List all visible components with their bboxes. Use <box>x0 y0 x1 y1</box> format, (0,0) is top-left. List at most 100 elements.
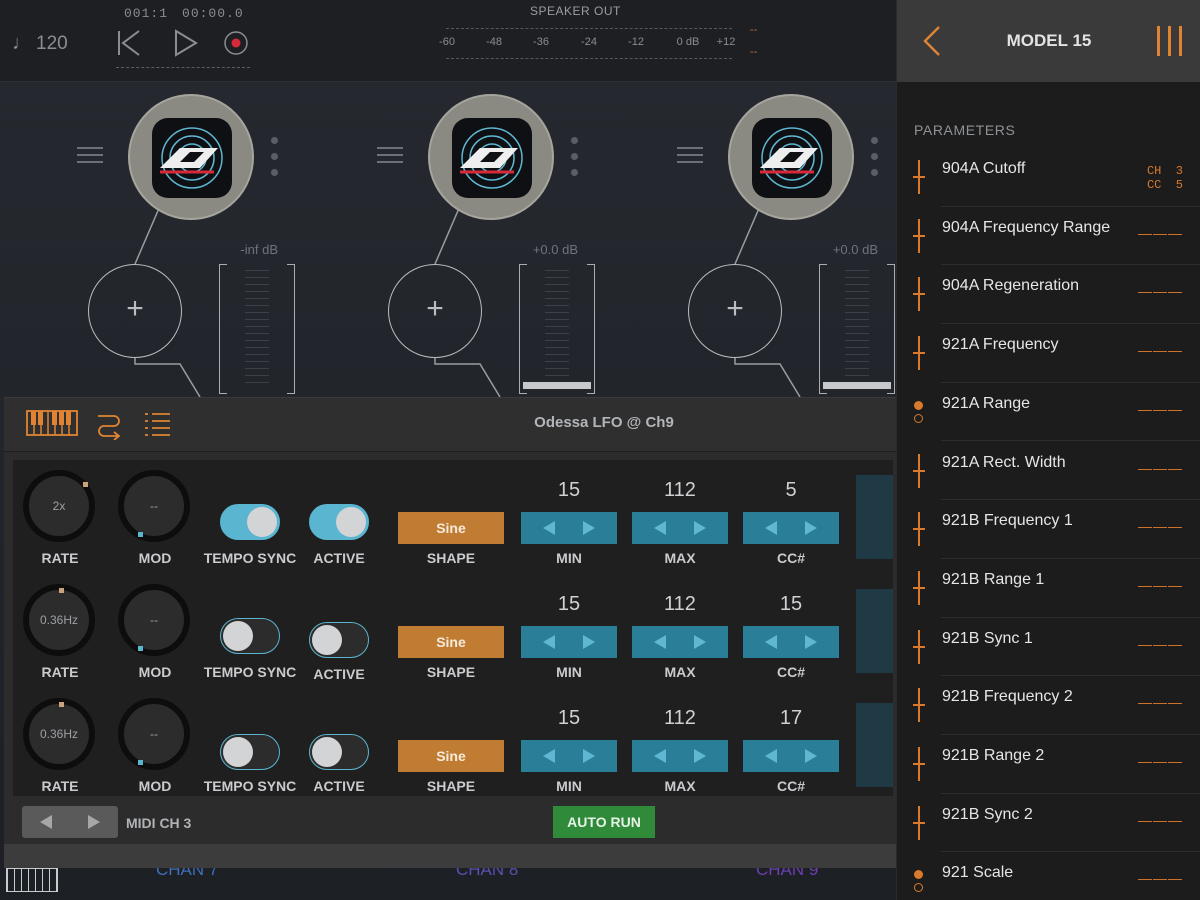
rewind-button[interactable] <box>116 28 146 58</box>
meter-tick: -60 <box>439 36 455 48</box>
plugin-slot[interactable] <box>728 94 854 220</box>
volume-fader[interactable] <box>219 264 295 394</box>
parameter-name: 921A Range <box>942 394 1031 412</box>
max-stepper[interactable] <box>632 512 728 544</box>
parameter-row[interactable]: 904A Cutoff CH 3 CC 5 <box>897 148 1200 207</box>
parameter-row[interactable]: 904A Regeneration ——— <box>897 265 1200 325</box>
parameter-row[interactable]: 921B Range 2 ——— <box>897 735 1200 794</box>
slider-icon <box>913 160 925 194</box>
tempo-sync-toggle[interactable] <box>220 618 280 654</box>
rate-label: RATE <box>41 664 79 680</box>
parameter-row[interactable]: 921A Frequency ——— <box>897 324 1200 383</box>
rate-label: RATE <box>41 550 79 566</box>
rate-value: 0.36Hz <box>39 613 79 627</box>
parameter-assignment: ——— <box>1138 518 1183 535</box>
tempo-display[interactable]: ♩ 120 <box>12 32 68 55</box>
vertical-bars-icon[interactable] <box>1155 26 1187 58</box>
channel-level: -inf dB <box>240 242 278 257</box>
min-stepper[interactable] <box>521 512 617 544</box>
rate-knob[interactable]: 0.36Hz <box>23 584 95 656</box>
add-plugin-button[interactable]: + <box>688 264 782 358</box>
tempo-sync-toggle[interactable] <box>220 734 280 770</box>
active-toggle[interactable] <box>309 734 369 770</box>
parameter-row[interactable]: 921B Range 1 ——— <box>897 559 1200 618</box>
strip-more-icon[interactable] <box>271 137 279 185</box>
rate-indicator <box>83 482 88 487</box>
parameter-row[interactable]: 904A Frequency Range ——— <box>897 207 1200 266</box>
mod-knob[interactable]: -- <box>118 470 190 542</box>
lfo-rows: 2x RATE -- MOD TEMPO SYNC ACTIVE Sine SH… <box>13 460 893 796</box>
volume-fader[interactable] <box>819 264 895 394</box>
meter-tick: 0 dB <box>676 36 700 48</box>
strip-more-icon[interactable] <box>871 137 879 185</box>
parameter-row[interactable]: 921B Sync 1 ——— <box>897 618 1200 677</box>
add-plugin-button[interactable]: + <box>388 264 482 358</box>
min-value: 15 <box>557 707 581 729</box>
cc-stepper[interactable] <box>743 626 839 658</box>
parameter-row[interactable]: 921A Rect. Width ——— <box>897 442 1200 501</box>
midi-channel-stepper[interactable] <box>22 806 118 838</box>
active-toggle[interactable] <box>309 622 369 658</box>
parameter-name: 921B Frequency 1 <box>942 512 1073 530</box>
slider-icon <box>913 453 925 488</box>
tempo-sync-toggle[interactable] <box>220 504 280 540</box>
play-button[interactable] <box>172 28 202 58</box>
cc-value: 5 <box>785 479 797 501</box>
strip-more-icon[interactable] <box>571 137 579 185</box>
channel-level: +0.0 dB <box>832 242 878 257</box>
cc-stepper[interactable] <box>743 740 839 772</box>
cc-value: 17 <box>779 707 803 729</box>
parameter-assignment: CH 3 CC 5 <box>1146 164 1183 192</box>
max-value: 112 <box>664 479 696 501</box>
panel-header: MODEL 15 <box>897 0 1200 82</box>
max-stepper[interactable] <box>632 740 728 772</box>
rate-indicator <box>59 588 64 593</box>
parameter-row[interactable]: 921B Sync 2 ——— <box>897 794 1200 853</box>
min-stepper[interactable] <box>521 626 617 658</box>
strip-menu-button[interactable] <box>77 142 103 168</box>
parameter-row[interactable]: 921 Scale ——— <box>897 852 1200 900</box>
rate-knob[interactable]: 0.36Hz <box>23 698 95 770</box>
auto-run-button[interactable]: AUTO RUN <box>553 806 655 838</box>
shape-button[interactable]: Sine <box>398 740 504 772</box>
parameter-row[interactable]: 921B Frequency 1 ——— <box>897 500 1200 559</box>
plugin-slot[interactable] <box>128 94 254 220</box>
cc-stepper[interactable] <box>743 512 839 544</box>
keyboard-icon[interactable] <box>6 868 58 892</box>
mod-knob[interactable]: -- <box>118 698 190 770</box>
row-output-bar <box>856 703 893 787</box>
skip-back-icon <box>118 30 140 56</box>
strip-menu-button[interactable] <box>377 142 403 168</box>
max-stepper[interactable] <box>632 626 728 658</box>
parameter-assignment: ——— <box>1138 870 1183 887</box>
shape-button[interactable]: Sine <box>398 626 504 658</box>
slider-icon <box>913 805 925 840</box>
shape-button[interactable]: Sine <box>398 512 504 544</box>
min-stepper[interactable] <box>521 740 617 772</box>
rate-knob[interactable]: 2x <box>23 470 95 542</box>
parameter-name: 921B Sync 1 <box>942 629 1033 647</box>
plugin-slot[interactable] <box>428 94 554 220</box>
cc-label: CC# <box>776 778 805 794</box>
shape-label: SHAPE <box>426 778 476 794</box>
parameter-name: 921B Sync 2 <box>942 805 1033 823</box>
mod-value: -- <box>150 613 158 627</box>
add-plugin-button[interactable]: + <box>88 264 182 358</box>
active-toggle[interactable] <box>309 504 369 540</box>
volume-fader[interactable] <box>519 264 595 394</box>
row-output-bar <box>856 589 893 673</box>
mod-knob[interactable]: -- <box>118 584 190 656</box>
parameter-assignment: ——— <box>1138 342 1183 359</box>
tempo-sync-label: TEMPO SYNC <box>203 778 297 794</box>
parameter-panel: MODEL 15 PARAMETERS 904A Cutoff CH 3 CC 5… <box>896 0 1200 900</box>
active-label: ACTIVE <box>313 550 365 566</box>
channel-level: +0.0 dB <box>532 242 578 257</box>
slider-icon <box>913 218 925 253</box>
max-value: 112 <box>664 707 696 729</box>
mod-indicator <box>138 532 143 537</box>
parameter-row[interactable]: 921B Frequency 2 ——— <box>897 676 1200 735</box>
parameter-name: 904A Regeneration <box>942 277 1079 295</box>
parameter-row[interactable]: 921A Range ——— <box>897 383 1200 442</box>
record-button[interactable] <box>222 28 252 58</box>
strip-menu-button[interactable] <box>677 142 703 168</box>
